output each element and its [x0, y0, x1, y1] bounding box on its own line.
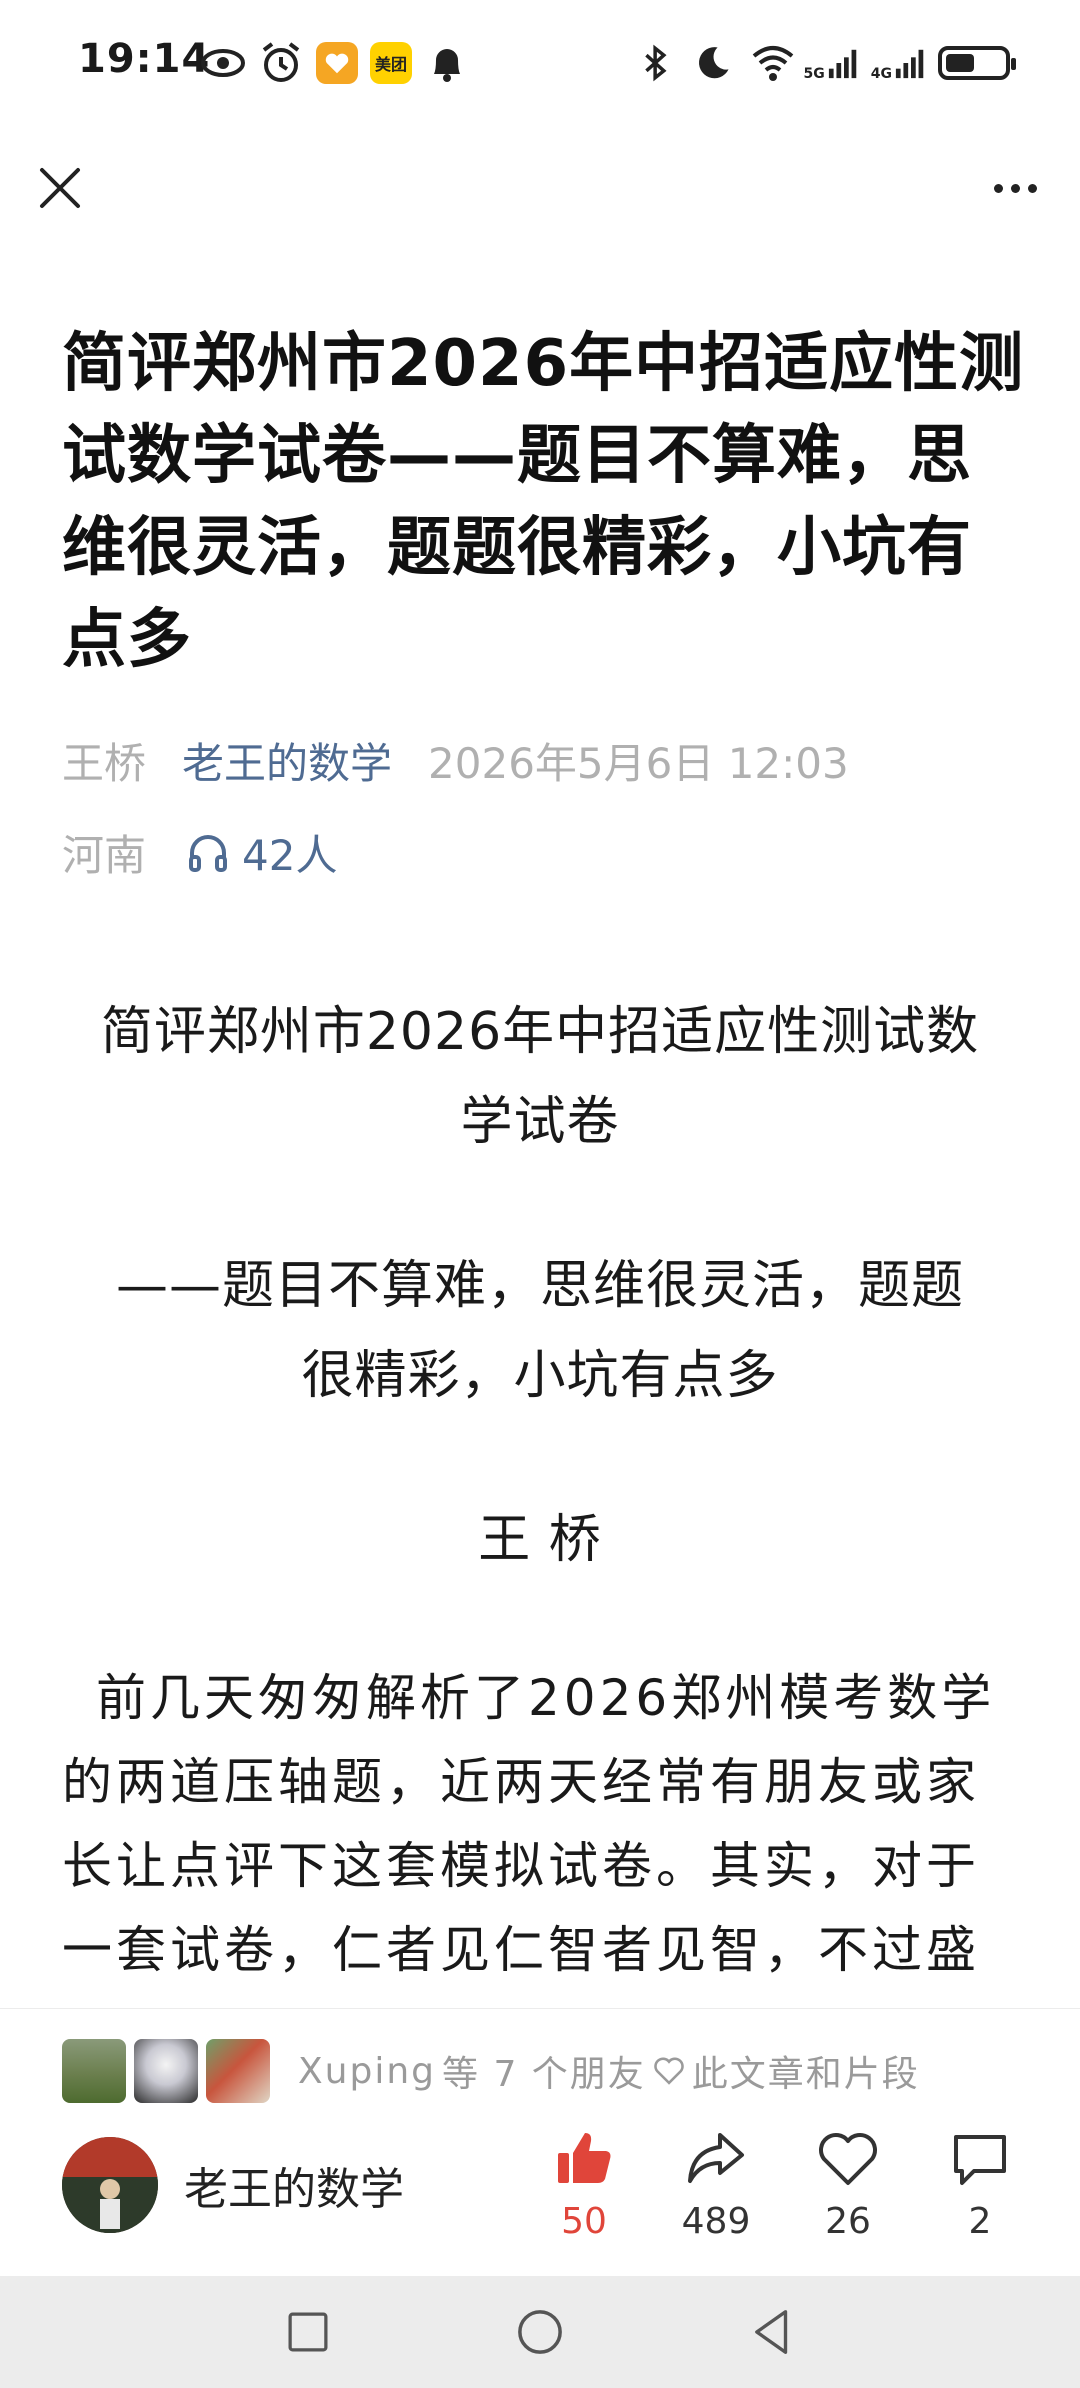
comment-icon — [954, 2135, 1006, 2185]
heart-icon — [819, 2133, 877, 2185]
article-location: 河南 — [62, 831, 147, 880]
listener-count: 42人 — [242, 831, 338, 880]
share-button[interactable]: 489 — [650, 2127, 782, 2242]
action-bar: 50 489 26 2 — [518, 2127, 1046, 2242]
friends-liked-text: Xuping 等 7 个朋友 此文章和片段 — [298, 2045, 920, 2097]
comment-button[interactable]: 2 — [914, 2127, 1046, 2242]
body-subtitle-line-2: 很精彩，小坑有点多 — [301, 1346, 779, 1406]
body-title-line-2: 学试卷 — [460, 1092, 620, 1152]
alarm-icon — [258, 40, 304, 86]
more-options-button[interactable] — [980, 160, 1050, 216]
bell-icon — [424, 40, 470, 86]
square-icon — [288, 2312, 328, 2352]
friend-avatar — [206, 2039, 270, 2103]
listen-button[interactable]: 42人 — [186, 822, 337, 883]
home-button[interactable] — [508, 2300, 572, 2364]
body-title-line-1: 简评郑州市2026年中招适应性测试数 — [100, 1002, 980, 1062]
circle-icon — [518, 2310, 562, 2354]
share-icon — [688, 2133, 744, 2183]
body-author: 王 桥 — [478, 1510, 602, 1570]
battery-level — [946, 54, 974, 72]
heart-app-icon — [316, 42, 358, 84]
battery-icon — [938, 46, 1016, 80]
friend-name: Xuping — [298, 2050, 436, 2092]
friends-action-text: 此文章和片段 — [691, 2054, 920, 2095]
article-datetime: 2026年5月6日 12:03 — [428, 739, 849, 788]
like-button[interactable]: 50 — [518, 2127, 650, 2242]
back-button[interactable] — [740, 2300, 804, 2364]
headphones-icon — [189, 834, 228, 872]
triangle-back-icon — [755, 2310, 788, 2354]
status-left-icons: 美团 — [200, 40, 470, 86]
heart-outline-icon — [654, 2057, 684, 2085]
friends-liked-row[interactable]: Xuping 等 7 个朋友 此文章和片段 — [62, 2039, 920, 2103]
like-count: 50 — [561, 2201, 607, 2242]
thumbs-up-icon — [558, 2133, 611, 2183]
body-subtitle-line-1: ——题目不算难，思维很灵活，题题 — [115, 1256, 964, 1316]
friend-avatar — [62, 2039, 126, 2103]
meituan-icon: 美团 — [370, 42, 412, 84]
article-meta: 王桥 老王的数学 2026年5月6日 12:03 — [62, 730, 849, 791]
close-icon — [40, 168, 80, 208]
body-paragraph: 前几天匆匆解析了2026郑州模考数学的两道压轴题，近两天经常有朋友或家长让点评下… — [62, 1669, 996, 2016]
article-title: 简评郑州市2026年中招适应性测试数学试卷——题目不算难，思维很灵活，题题很精彩… — [62, 327, 1025, 677]
bluetooth-icon — [636, 40, 682, 86]
author-name: 老王的数学 — [184, 2164, 404, 2215]
article-meta-secondary: 河南 42人 — [62, 822, 337, 883]
more-dot — [1027, 183, 1037, 193]
avatar — [62, 2137, 158, 2233]
share-count: 489 — [681, 2201, 751, 2242]
system-navigation-bar — [0, 2276, 1080, 2388]
status-time: 19:14 — [78, 36, 211, 82]
more-dot — [1010, 183, 1020, 193]
account-link[interactable]: 老王的数学 — [182, 730, 392, 791]
wifi-icon — [748, 40, 794, 86]
more-dot — [993, 183, 1003, 193]
close-button[interactable] — [32, 160, 88, 216]
friend-avatar — [134, 2039, 198, 2103]
eye-icon — [200, 40, 246, 86]
recent-apps-button[interactable] — [276, 2300, 340, 2364]
signal-5g-icon: 5G — [804, 45, 861, 81]
favorite-button[interactable]: 26 — [782, 2127, 914, 2242]
status-right-icons: 5G 4G — [636, 40, 1016, 86]
favorite-count: 26 — [825, 2201, 871, 2242]
moon-icon — [692, 40, 738, 86]
status-bar: 19:14 美团 5G 4G — [0, 0, 1080, 130]
bottom-bar: Xuping 等 7 个朋友 此文章和片段 老王的数学 50 489 26 2 — [0, 2008, 1080, 2276]
article-author: 王桥 — [62, 739, 147, 788]
friends-count-text: 等 7 个朋友 — [442, 2054, 646, 2095]
author-profile[interactable]: 老王的数学 — [62, 2137, 404, 2233]
signal-4g-icon: 4G — [871, 45, 928, 81]
comment-count: 2 — [968, 2201, 992, 2242]
